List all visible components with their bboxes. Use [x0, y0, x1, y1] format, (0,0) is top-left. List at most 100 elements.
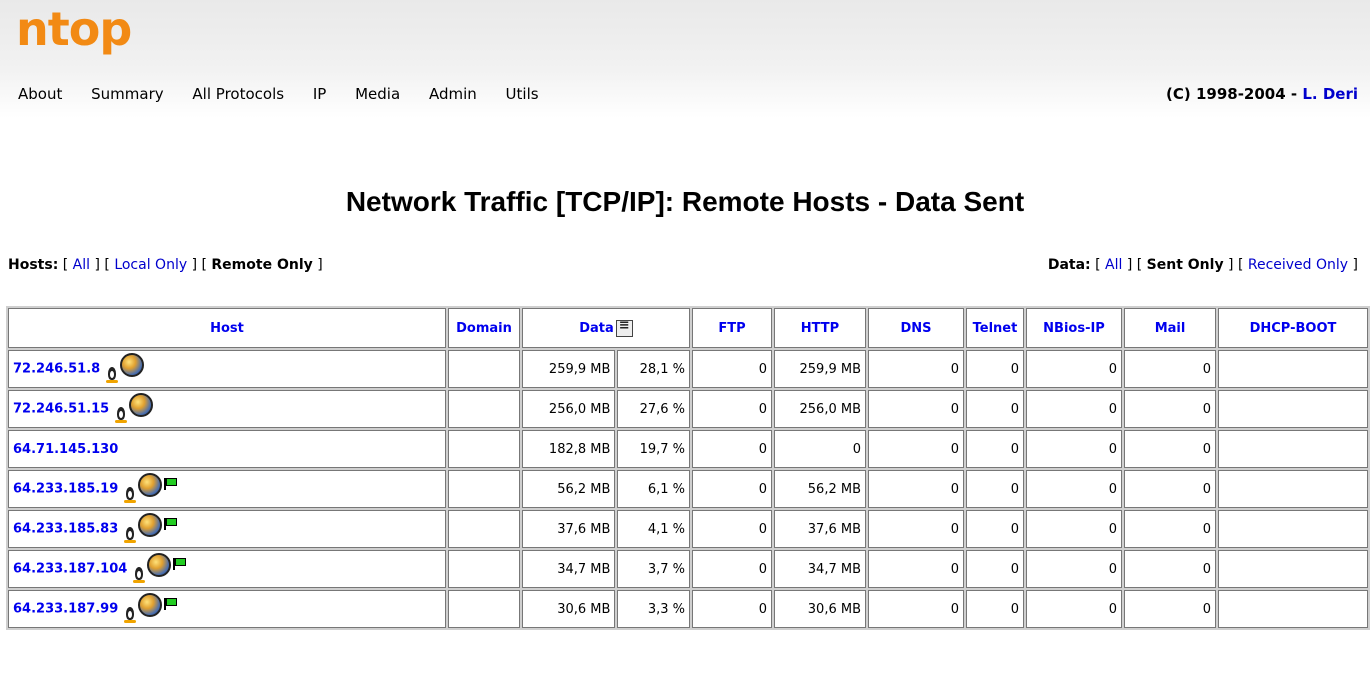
col-mail[interactable]: Mail	[1124, 308, 1216, 348]
table-row: 64.233.187.99 30,6 MB 3,3 % 0 30,6 MB 0 0 0 0	[8, 590, 1368, 628]
nbios-cell: 0	[1026, 430, 1122, 468]
data-percent-cell: 28,1 %	[617, 350, 690, 388]
host-cell: 64.71.145.130	[8, 430, 446, 468]
data-percent-cell: 3,3 %	[617, 590, 690, 628]
dhcp-cell	[1218, 550, 1368, 588]
copyright-text: (C) 1998-2004 -	[1166, 85, 1303, 103]
host-link[interactable]: 64.233.187.99	[13, 602, 118, 617]
nbios-cell: 0	[1026, 390, 1122, 428]
host-link[interactable]: 64.233.185.19	[13, 482, 118, 497]
col-host[interactable]: Host	[8, 308, 446, 348]
host-icons	[133, 553, 187, 583]
copyright: (C) 1998-2004 - L. Deri	[1166, 85, 1358, 103]
col-dhcp[interactable]: DHCP-BOOT	[1218, 308, 1368, 348]
data-filter-sent: Sent Only	[1146, 257, 1224, 273]
host-link[interactable]: 64.71.145.130	[13, 442, 118, 457]
hosts-filter-remote: Remote Only	[211, 257, 313, 273]
data-percent-cell: 4,1 %	[617, 510, 690, 548]
http-cell: 256,0 MB	[774, 390, 866, 428]
ftp-cell: 0	[692, 470, 772, 508]
nbios-cell: 0	[1026, 590, 1122, 628]
menu-item-ip[interactable]: IP	[313, 85, 326, 103]
dns-cell: 0	[868, 510, 964, 548]
host-link[interactable]: 72.246.51.15	[13, 402, 109, 417]
globe-icon	[147, 553, 172, 577]
ntop-logo[interactable]: ntop	[16, 6, 132, 52]
domain-cell	[448, 430, 520, 468]
domain-cell	[448, 590, 520, 628]
data-cell: 34,7 MB	[522, 550, 616, 588]
dns-cell: 0	[868, 470, 964, 508]
col-domain[interactable]: Domain	[448, 308, 520, 348]
http-cell: 56,2 MB	[774, 470, 866, 508]
host-link[interactable]: 72.246.51.8	[13, 362, 100, 377]
telnet-cell: 0	[966, 550, 1024, 588]
host-cell: 64.233.187.99	[8, 590, 446, 628]
host-icons	[124, 593, 178, 623]
hosts-filter-all[interactable]: All	[73, 257, 90, 273]
penguin-icon	[133, 566, 146, 583]
mail-cell: 0	[1124, 510, 1216, 548]
host-icons	[124, 513, 178, 543]
flag-icon	[164, 518, 178, 530]
host-link[interactable]: 64.233.185.83	[13, 522, 118, 537]
col-dns[interactable]: DNS	[868, 308, 964, 348]
http-cell: 37,6 MB	[774, 510, 866, 548]
penguin-icon	[115, 406, 128, 423]
data-filter-received[interactable]: Received Only	[1248, 257, 1348, 273]
data-filter: Data: [ All ] [ Sent Only ] [ Received O…	[1047, 257, 1358, 273]
nbios-cell: 0	[1026, 470, 1122, 508]
col-ftp[interactable]: FTP	[692, 308, 772, 348]
col-http[interactable]: HTTP	[774, 308, 866, 348]
http-cell: 0	[774, 430, 866, 468]
ftp-cell: 0	[692, 590, 772, 628]
data-percent-cell: 3,7 %	[617, 550, 690, 588]
dhcp-cell	[1218, 350, 1368, 388]
col-data-label: Data	[579, 320, 614, 336]
domain-cell	[448, 550, 520, 588]
http-cell: 34,7 MB	[774, 550, 866, 588]
ftp-cell: 0	[692, 390, 772, 428]
col-telnet[interactable]: Telnet	[966, 308, 1024, 348]
mail-cell: 0	[1124, 390, 1216, 428]
menu-item-about[interactable]: About	[18, 85, 62, 103]
menu-item-admin[interactable]: Admin	[429, 85, 477, 103]
author-link[interactable]: L. Deri	[1302, 85, 1358, 103]
data-cell: 30,6 MB	[522, 590, 616, 628]
sort-desc-icon[interactable]	[615, 318, 633, 337]
data-cell: 37,6 MB	[522, 510, 616, 548]
host-link[interactable]: 64.233.187.104	[13, 562, 127, 577]
menu-item-utils[interactable]: Utils	[506, 85, 539, 103]
table-row: 64.233.185.19 56,2 MB 6,1 % 0 56,2 MB 0 0 0 0	[8, 470, 1368, 508]
host-cell: 72.246.51.15	[8, 390, 446, 428]
telnet-cell: 0	[966, 390, 1024, 428]
table-header-row: Host Domain Data FTP HTTP DNS Telnet NBi…	[8, 308, 1368, 348]
ftp-cell: 0	[692, 430, 772, 468]
ftp-cell: 0	[692, 350, 772, 388]
data-percent-cell: 27,6 %	[617, 390, 690, 428]
domain-cell	[448, 470, 520, 508]
globe-icon	[138, 513, 163, 537]
hosts-filter-local[interactable]: Local Only	[114, 257, 187, 273]
col-nbios[interactable]: NBios-IP	[1026, 308, 1122, 348]
penguin-icon	[124, 486, 137, 503]
dns-cell: 0	[868, 430, 964, 468]
dhcp-cell	[1218, 470, 1368, 508]
domain-cell	[448, 510, 520, 548]
table-row: 72.246.51.15 256,0 MB 27,6 % 0 256,0 MB 0 0 0 0	[8, 390, 1368, 428]
menu-item-all-protocols[interactable]: All Protocols	[192, 85, 284, 103]
table-row: 64.233.187.104 34,7 MB 3,7 % 0 34,7 MB 0 0 0 0	[8, 550, 1368, 588]
table-row: 64.233.185.83 37,6 MB 4,1 % 0 37,6 MB 0 0 0 0	[8, 510, 1368, 548]
http-cell: 30,6 MB	[774, 590, 866, 628]
hosts-filter-label: Hosts:	[8, 257, 59, 273]
menu-item-media[interactable]: Media	[355, 85, 400, 103]
host-icons	[106, 353, 145, 383]
mail-cell: 0	[1124, 590, 1216, 628]
flag-icon	[173, 558, 187, 570]
data-filter-all[interactable]: All	[1105, 257, 1122, 273]
globe-icon	[138, 593, 163, 617]
menu-item-summary[interactable]: Summary	[91, 85, 164, 103]
domain-cell	[448, 350, 520, 388]
table-row: 64.71.145.130 182,8 MB 19,7 % 0 0 0 0 0 0	[8, 430, 1368, 468]
col-data[interactable]: Data	[522, 308, 690, 348]
